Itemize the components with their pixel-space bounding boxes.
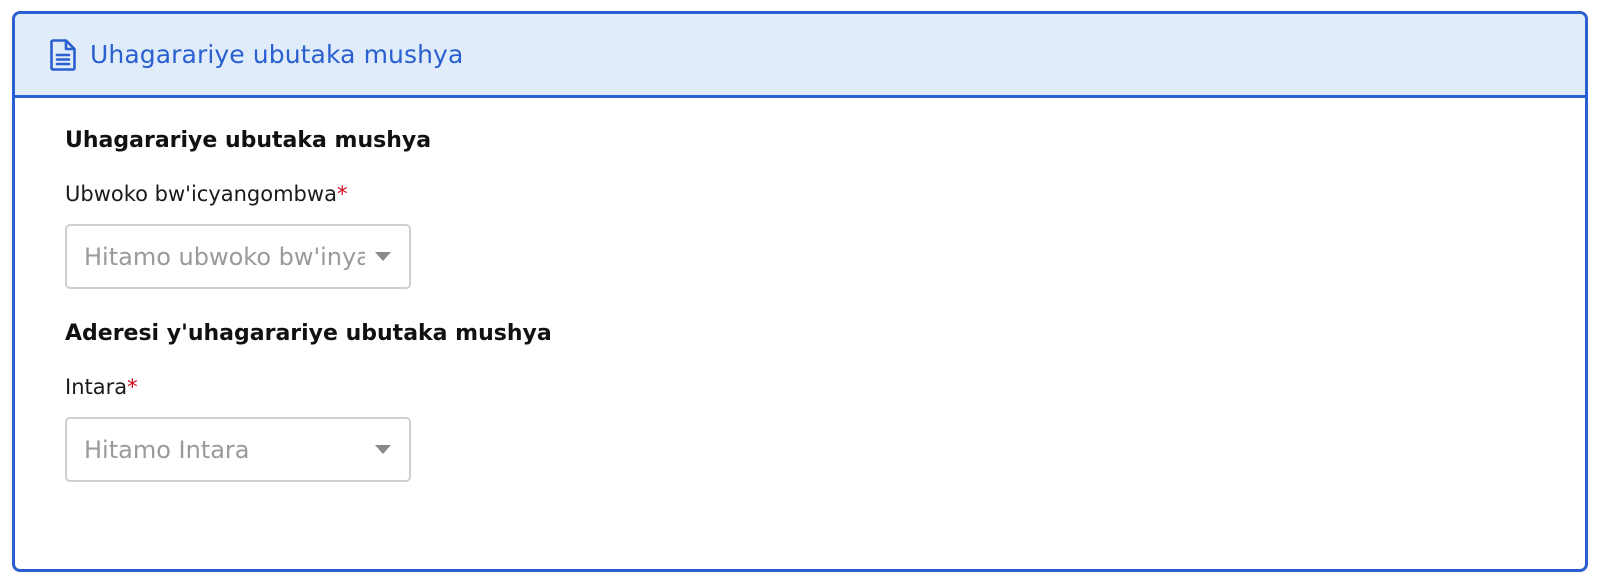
section-title: Aderesi y'uhagarariye ubutaka mushya [65,321,552,346]
province-select[interactable]: Hitamo Intara [65,417,411,482]
chevron-down-icon [375,445,391,454]
section-title: Uhagarariye ubutaka mushya [65,128,432,153]
card-header: Uhagarariye ubutaka mushya [15,14,1585,98]
section-representative: Uhagarariye ubutaka mushya Ubwoko bw'icy… [65,126,1585,289]
card-title: Uhagarariye ubutaka mushya [90,40,464,69]
province-label: Intara* [65,373,1585,401]
chevron-down-icon [375,252,391,261]
required-mark: * [127,375,138,399]
section-address: Aderesi y'uhagarariye ubutaka mushya Int… [65,319,1585,482]
document-type-label: Ubwoko bw'icyangombwa* [65,180,1585,208]
document-icon [50,38,78,71]
required-mark: * [336,182,348,206]
form-card: Uhagarariye ubutaka mushya Uhagarariye u… [12,11,1588,572]
province-placeholder: Hitamo Intara [84,435,250,464]
province-label-text: Intara [65,375,128,399]
document-type-placeholder: Hitamo ubwoko bw'inya [84,242,365,271]
document-type-label-text: Ubwoko bw'icyangombwa [65,182,337,206]
card-body: Uhagarariye ubutaka mushya Ubwoko bw'icy… [15,98,1585,482]
document-type-select[interactable]: Hitamo ubwoko bw'inya [65,224,411,289]
